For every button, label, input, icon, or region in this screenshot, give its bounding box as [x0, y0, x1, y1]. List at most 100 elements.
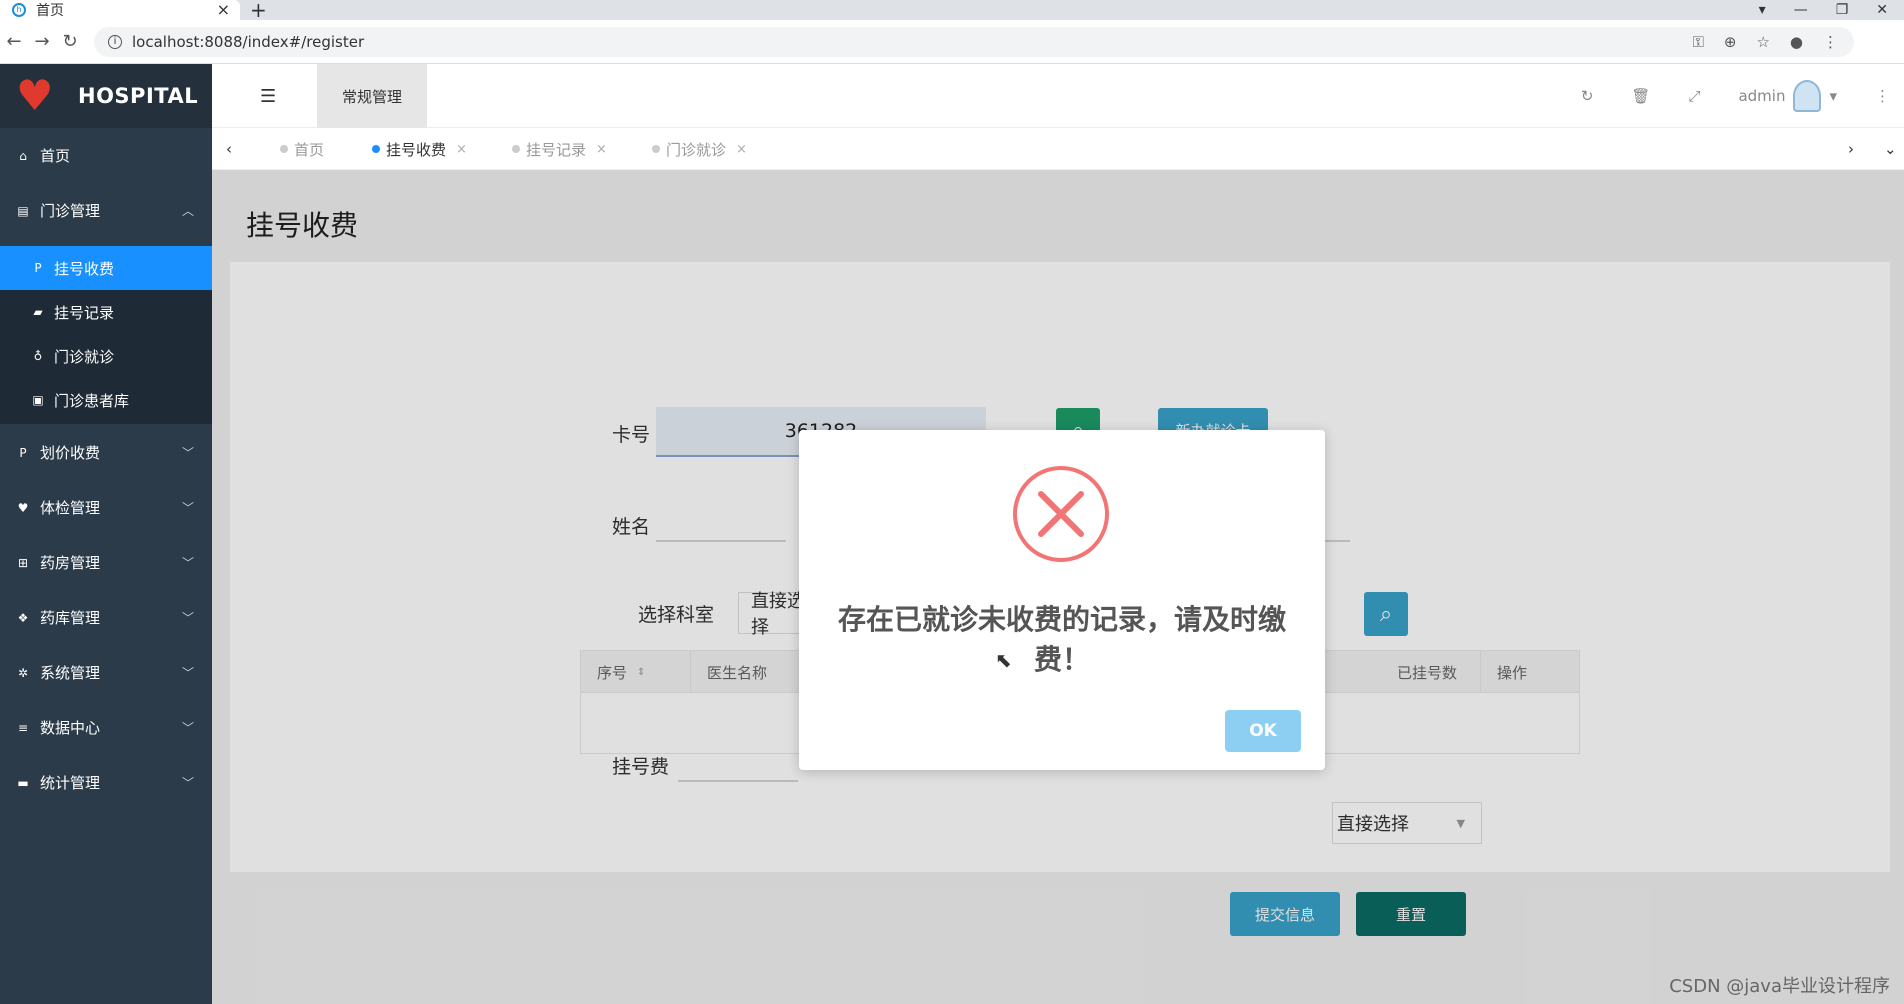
sidebar-item-label: 门诊就诊	[54, 347, 115, 366]
sidebar-item-label: 首页	[40, 147, 71, 165]
sidebar-subitem-registration-records[interactable]: ▰ 挂号记录	[0, 290, 212, 334]
refresh-icon[interactable]: ↻	[1581, 87, 1594, 105]
database-icon: ≡	[17, 720, 29, 735]
heartbeat-icon: ♥	[17, 500, 29, 515]
tab-dot	[512, 145, 520, 153]
page-tab-label: 挂号收费	[386, 140, 447, 159]
window-controls: ▾ — ❐ ✕	[1759, 0, 1904, 20]
new-tab-icon[interactable]: +	[250, 0, 267, 22]
page-tab-outpatient-visit[interactable]: 门诊就诊 ×	[652, 128, 747, 170]
sidebar-item-data-center[interactable]: ≡ 数据中心 ﹀	[0, 700, 212, 755]
account-icon[interactable]: ●	[1790, 33, 1803, 51]
browser-tab[interactable]: h 首页 ×	[0, 0, 240, 20]
header-tab-regular[interactable]: 常规管理	[317, 64, 427, 128]
tab-dot	[280, 145, 288, 153]
fullscreen-icon[interactable]: ⤢	[1688, 87, 1700, 105]
tabs-scroll-left-icon[interactable]: ‹	[226, 128, 232, 170]
close-tab-icon[interactable]: ×	[456, 142, 467, 157]
restore-icon[interactable]: ❐	[1836, 2, 1849, 18]
error-x-icon	[1013, 466, 1109, 562]
paypal-icon: P	[19, 445, 27, 460]
x-mark-icon	[1038, 491, 1084, 537]
minimize-icon[interactable]: —	[1794, 2, 1808, 18]
comment-icon: ▬	[17, 775, 29, 790]
caret-down-icon: ▾	[1829, 87, 1837, 105]
page-tab-label: 门诊就诊	[666, 140, 727, 159]
chevron-down-icon: ﹀	[181, 776, 194, 790]
key-icon[interactable]: ⚿	[1692, 33, 1703, 51]
sidebar-item-label: 数据中心	[40, 719, 101, 737]
sidebar-item-label: 门诊管理	[40, 202, 101, 220]
page-tab-label: 挂号记录	[526, 140, 587, 159]
home-icon: ⌂	[19, 148, 27, 163]
reload-icon[interactable]: ↻	[56, 31, 84, 52]
gear-icon: ✲	[17, 665, 29, 680]
chevron-down-icon: ﹀	[181, 721, 194, 735]
avatar	[1793, 80, 1822, 112]
bookmark-star-icon[interactable]: ☆	[1756, 33, 1769, 51]
chevron-down-icon: ﹀	[181, 501, 194, 515]
sidebar-item-pricing[interactable]: P 划价收费 ﹀	[0, 425, 212, 480]
trash-icon[interactable]: 🗑	[1631, 87, 1650, 105]
browser-tab-strip: h 首页 × + ▾ — ❐ ✕	[0, 0, 1904, 22]
close-tab-icon[interactable]: ×	[217, 0, 230, 19]
more-vertical-icon[interactable]: ⋮	[1875, 87, 1890, 105]
sidebar-item-pharmacy[interactable]: ⊞ 药房管理 ﹀	[0, 535, 212, 590]
profile-dropdown-icon[interactable]: ▾	[1759, 2, 1766, 18]
sidebar-item-label: 挂号记录	[54, 303, 115, 322]
sidebar-subitem-patient-library[interactable]: ▣ 门诊患者库	[0, 378, 212, 422]
browser-menu-icon[interactable]: ⋮	[1823, 33, 1838, 51]
heartbeat-logo-icon: ♥	[16, 71, 54, 120]
stethoscope-icon: ♁	[33, 349, 43, 363]
close-tab-icon[interactable]: ×	[596, 142, 607, 157]
back-icon[interactable]: ←	[0, 31, 28, 52]
dialog-message: 存在已就诊未收费的记录，请及时缴费！	[837, 603, 1286, 676]
top-header: ☰ 常规管理 ↻ 🗑 ⤢ admin ▾ ⋮	[212, 64, 1904, 128]
sidebar-item-label: 挂号收费	[54, 259, 115, 278]
sidebar-item-outpatient[interactable]: ▤ 门诊管理 ︿	[0, 183, 212, 238]
page-tabs-bar: ‹ 首页 挂号收费 × 挂号记录 × 门诊就诊 × › ⌄	[212, 128, 1904, 170]
page-tab-label: 首页	[294, 140, 325, 159]
tab-dot	[652, 145, 660, 153]
user-menu[interactable]: admin ▾	[1738, 80, 1837, 112]
close-window-icon[interactable]: ✕	[1876, 2, 1888, 18]
tab-dot	[372, 145, 380, 153]
brand-name: HOSPITAL	[78, 84, 199, 108]
sidebar-item-drug-warehouse[interactable]: ❖ 药库管理 ﹀	[0, 590, 212, 645]
sidebar-subitem-outpatient-visit[interactable]: ♁ 门诊就诊	[0, 334, 212, 378]
url-field[interactable]: i localhost:8088/index#/register ⚿ ⊕ ☆ ●…	[94, 26, 1854, 57]
forward-icon[interactable]: →	[28, 31, 56, 52]
ok-button[interactable]: OK	[1225, 710, 1301, 752]
header-actions: ↻ 🗑 ⤢ admin ▾ ⋮	[1581, 64, 1904, 128]
tabs-scroll-right-icon[interactable]: ›	[1848, 128, 1854, 170]
chevron-down-icon: ﹀	[181, 556, 194, 570]
sidebar-item-statistics[interactable]: ▬ 统计管理 ﹀	[0, 755, 212, 810]
zoom-icon[interactable]: ⊕	[1724, 33, 1737, 51]
tabs-dropdown-icon[interactable]: ⌄	[1884, 128, 1897, 170]
sidebar-item-system[interactable]: ✲ 系统管理 ﹀	[0, 645, 212, 700]
sidebar-item-home[interactable]: ⌂ 首页	[0, 128, 212, 183]
browser-tab-title: 首页	[36, 3, 64, 19]
sidebar-subitem-registration[interactable]: P 挂号收费	[0, 246, 212, 290]
sidebar: ♥ HOSPITAL ⌂ 首页 ▤ 门诊管理 ︿ P 挂号收费 ▰ 挂号记录 ♁…	[0, 64, 212, 1004]
page-tab-home[interactable]: 首页	[280, 128, 324, 170]
sidebar-item-label: 系统管理	[40, 664, 101, 682]
chevron-down-icon: ﹀	[181, 666, 194, 680]
logo: ♥ HOSPITAL	[0, 64, 212, 128]
plus-square-icon: ⊞	[17, 555, 29, 570]
chevron-down-icon: ﹀	[181, 446, 194, 460]
chevron-up-icon: ︿	[181, 204, 194, 218]
sidebar-item-checkup[interactable]: ♥ 体检管理 ﹀	[0, 480, 212, 535]
address-bar: ← → ↻ i localhost:8088/index#/register ⚿…	[0, 20, 1904, 64]
url-text: localhost:8088/index#/register	[132, 32, 365, 51]
mouse-cursor-icon: ⬉	[995, 648, 1012, 672]
sidebar-item-label: 划价收费	[40, 444, 101, 462]
page-tab-registration[interactable]: 挂号收费 ×	[372, 128, 467, 170]
sidebar-item-label: 体检管理	[40, 499, 101, 517]
menu-toggle-icon[interactable]: ☰	[260, 86, 276, 107]
favicon-icon: h	[12, 3, 26, 17]
info-icon[interactable]: i	[108, 34, 122, 49]
page-tab-registration-records[interactable]: 挂号记录 ×	[512, 128, 607, 170]
contact-card-icon: ▣	[32, 393, 44, 407]
close-tab-icon[interactable]: ×	[736, 142, 747, 157]
